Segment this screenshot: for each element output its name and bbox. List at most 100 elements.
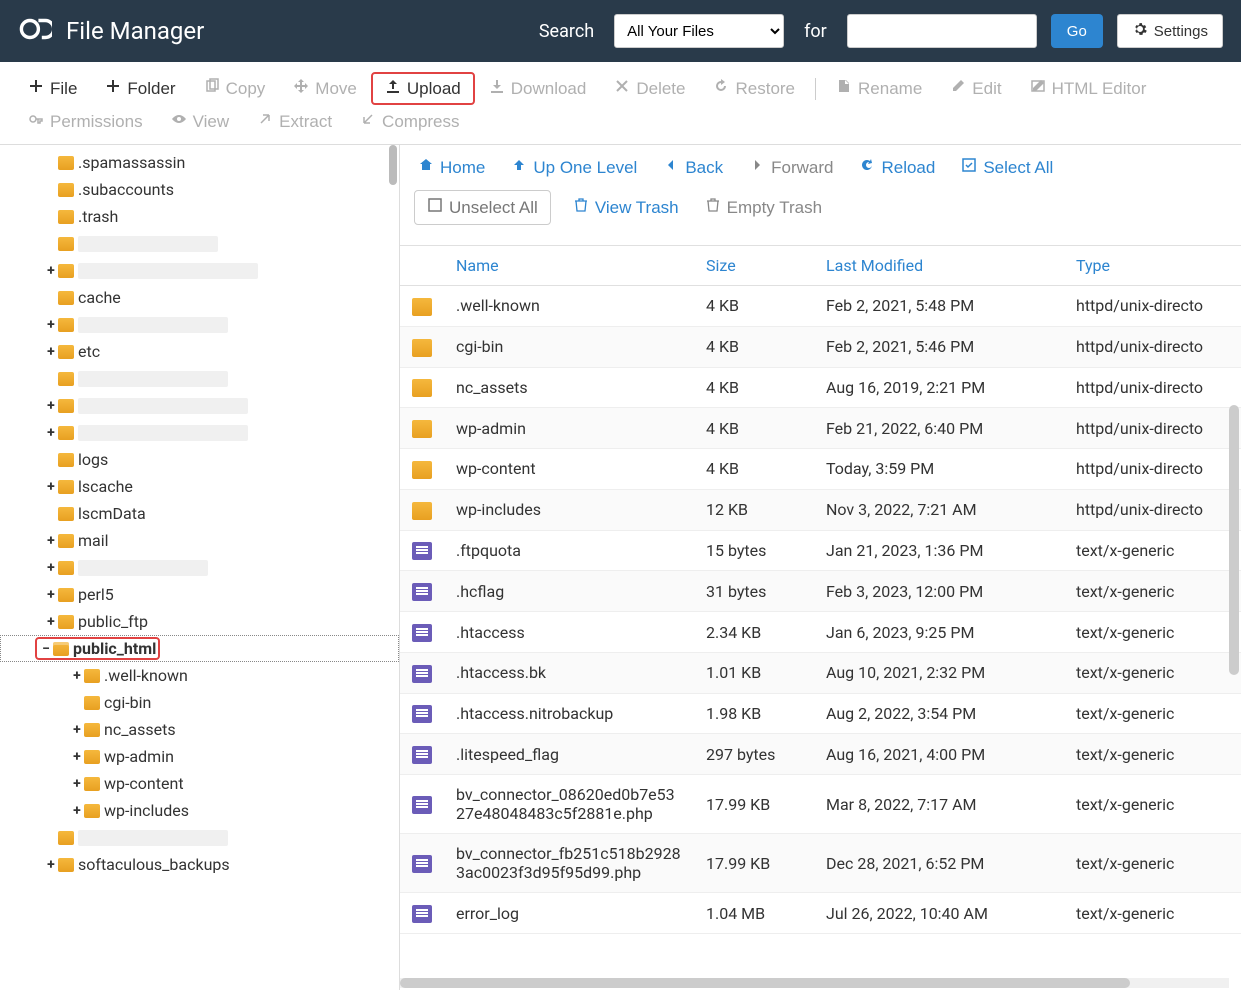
column-size[interactable]: Size <box>694 246 814 286</box>
table-row[interactable]: .htaccess.bk1.01 KBAug 10, 2021, 2:32 PM… <box>400 652 1241 693</box>
tree-node[interactable]: +softaculous_backups <box>0 851 399 878</box>
file-button[interactable]: File <box>14 72 91 105</box>
tree-expand-icon[interactable]: + <box>70 749 84 765</box>
rename-button[interactable]: Rename <box>822 72 936 105</box>
column-last-modified[interactable]: Last Modified <box>814 246 1064 286</box>
cell-modified: Mar 8, 2022, 7:17 AM <box>814 775 1064 834</box>
compress-button[interactable]: Compress <box>346 105 473 138</box>
tree-node[interactable]: + wp-content <box>0 770 399 797</box>
tree-node[interactable]: +.trash <box>0 203 399 230</box>
tree-expand-icon[interactable]: + <box>70 776 84 792</box>
tree-node[interactable]: +nc_assets <box>0 716 399 743</box>
table-row[interactable]: .litespeed_flag297 bytesAug 16, 2021, 4:… <box>400 734 1241 775</box>
tree-node[interactable]: +lscache <box>0 473 399 500</box>
table-row[interactable]: .well-known4 KBFeb 2, 2021, 5:48 PMhttpd… <box>400 286 1241 327</box>
search-input[interactable] <box>847 14 1037 48</box>
tree-node[interactable]: + <box>0 824 399 851</box>
tree-expand-icon[interactable]: + <box>70 803 84 819</box>
restore-button[interactable]: Restore <box>699 72 809 105</box>
tree-node[interactable]: + <box>0 554 399 581</box>
table-row[interactable]: bv_connector_fb251c518b29283ac0023f3d95f… <box>400 834 1241 893</box>
sidebar-scrollbar-thumb[interactable] <box>389 145 397 185</box>
tree-expand-icon[interactable]: + <box>44 587 58 603</box>
tree-expand-icon[interactable]: + <box>44 533 58 549</box>
tree-node[interactable]: + <box>0 257 399 284</box>
reload-button[interactable]: Reload <box>855 155 939 180</box>
table-row[interactable]: wp-admin4 KBFeb 21, 2022, 6:40 PMhttpd/u… <box>400 408 1241 449</box>
content-scrollbar-h-thumb[interactable] <box>400 978 1130 988</box>
copy-button[interactable]: Copy <box>190 72 280 105</box>
view-button[interactable]: View <box>157 105 244 138</box>
tree-expand-icon[interactable]: + <box>44 398 58 414</box>
column-icon[interactable] <box>400 246 444 286</box>
tree-node[interactable]: +.subaccounts <box>0 176 399 203</box>
tree-node[interactable]: + <box>0 311 399 338</box>
view-trash-button[interactable]: View Trash <box>569 195 683 220</box>
tree-node[interactable]: +.spamassassin <box>0 149 399 176</box>
sidebar-tree[interactable]: +.spamassassin+.subaccounts+.trash+++cac… <box>0 145 400 990</box>
tree-node[interactable]: + <box>0 365 399 392</box>
tree-node[interactable]: +.well-known <box>0 662 399 689</box>
file-table-wrap[interactable]: Name Size Last Modified Type .well-known… <box>400 245 1241 990</box>
table-row[interactable]: .htaccess.nitrobackup1.98 KBAug 2, 2022,… <box>400 693 1241 734</box>
tree-expand-icon[interactable]: + <box>44 614 58 630</box>
folder-button[interactable]: Folder <box>91 72 189 105</box>
tree-node[interactable]: −public_html <box>0 635 399 662</box>
table-row[interactable]: bv_connector_08620ed0b7e5327e48048483c5f… <box>400 775 1241 834</box>
forward-button[interactable]: Forward <box>745 155 837 180</box>
home-button[interactable]: Home <box>414 155 489 180</box>
table-row[interactable]: wp-content4 KBToday, 3:59 PMhttpd/unix-d… <box>400 449 1241 490</box>
search-scope-select[interactable]: All Your Files <box>614 14 784 48</box>
upload-button[interactable]: Upload <box>371 72 475 105</box>
tree-node[interactable]: +etc <box>0 338 399 365</box>
extract-button[interactable]: Extract <box>243 105 346 138</box>
tree-node[interactable]: +wp-includes <box>0 797 399 824</box>
tree-expand-icon[interactable]: + <box>44 560 58 576</box>
go-button[interactable]: Go <box>1051 14 1103 48</box>
tree-expand-icon[interactable]: + <box>70 668 84 684</box>
table-row[interactable]: nc_assets4 KBAug 16, 2019, 2:21 PMhttpd/… <box>400 367 1241 408</box>
back-button[interactable]: Back <box>659 155 727 180</box>
tree-node[interactable]: + <box>0 392 399 419</box>
tree-expand-icon[interactable]: + <box>44 317 58 333</box>
table-row[interactable]: cgi-bin4 KBFeb 2, 2021, 5:46 PMhttpd/uni… <box>400 326 1241 367</box>
tree-node[interactable]: +cgi-bin <box>0 689 399 716</box>
table-row[interactable]: .hcflag31 bytesFeb 3, 2023, 12:00 PMtext… <box>400 571 1241 612</box>
tree-expand-icon[interactable]: + <box>70 722 84 738</box>
tree-collapse-icon[interactable]: − <box>39 641 53 657</box>
content-scrollbar-h[interactable] <box>400 978 1229 988</box>
tree-expand-icon[interactable]: + <box>44 857 58 873</box>
tree-node[interactable]: + <box>0 419 399 446</box>
download-button[interactable]: Download <box>475 72 601 105</box>
tree-node[interactable]: +lscmData <box>0 500 399 527</box>
tree-node[interactable]: +wp-admin <box>0 743 399 770</box>
unselect-all-button[interactable]: Unselect All <box>414 190 551 225</box>
move-button[interactable]: Move <box>279 72 371 105</box>
column-type[interactable]: Type <box>1064 246 1241 286</box>
tree-label: wp-content <box>104 774 184 793</box>
select-all-button[interactable]: Select All <box>957 155 1057 180</box>
tree-node[interactable]: +mail <box>0 527 399 554</box>
table-row[interactable]: wp-includes12 KBNov 3, 2022, 7:21 AMhttp… <box>400 489 1241 530</box>
tree-expand-icon[interactable]: + <box>44 344 58 360</box>
empty-trash-button[interactable]: Empty Trash <box>701 195 826 220</box>
html-editor-button[interactable]: HTML Editor <box>1016 72 1161 105</box>
tree-node[interactable]: +cache <box>0 284 399 311</box>
permissions-button[interactable]: Permissions <box>14 105 157 138</box>
tree-node[interactable]: +public_ftp <box>0 608 399 635</box>
settings-button[interactable]: Settings <box>1117 14 1223 48</box>
column-name[interactable]: Name <box>444 246 694 286</box>
up-one-level-button[interactable]: Up One Level <box>507 155 641 180</box>
edit-button[interactable]: Edit <box>936 72 1015 105</box>
tree-expand-icon[interactable]: + <box>44 263 58 279</box>
delete-button[interactable]: Delete <box>600 72 699 105</box>
tree-node[interactable]: +logs <box>0 446 399 473</box>
tree-expand-icon[interactable]: + <box>44 479 58 495</box>
tree-node[interactable]: +perl5 <box>0 581 399 608</box>
table-row[interactable]: error_log1.04 MBJul 26, 2022, 10:40 AMte… <box>400 893 1241 934</box>
tree-node[interactable]: + <box>0 230 399 257</box>
table-row[interactable]: .htaccess2.34 KBJan 6, 2023, 9:25 PMtext… <box>400 612 1241 653</box>
content-scrollbar-v[interactable] <box>1229 405 1239 675</box>
tree-expand-icon[interactable]: + <box>44 425 58 441</box>
table-row[interactable]: .ftpquota15 bytesJan 21, 2023, 1:36 PMte… <box>400 530 1241 571</box>
